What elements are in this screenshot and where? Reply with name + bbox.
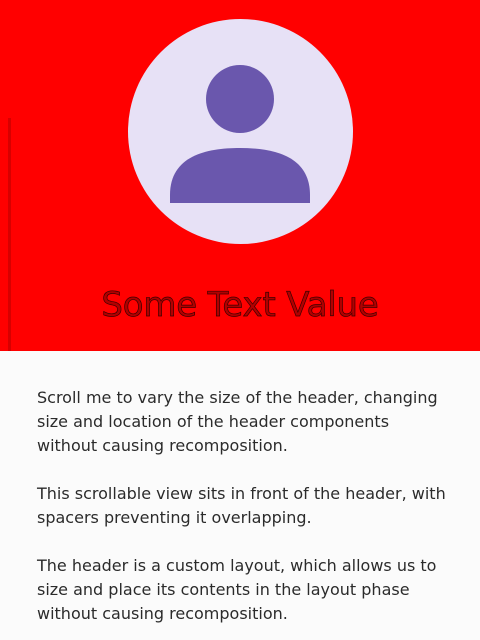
- avatar: [128, 19, 353, 244]
- person-icon: [170, 65, 310, 203]
- scrollable-content[interactable]: Scroll me to vary the size of the header…: [37, 386, 447, 640]
- content-paragraph: Scroll me to vary the size of the header…: [37, 388, 438, 455]
- content-paragraph: The header is a custom layout, which all…: [37, 556, 437, 623]
- header-title: Some Text Value: [101, 285, 379, 326]
- collapsing-header: Some Text Value: [0, 0, 480, 351]
- content-paragraph: This scrollable view sits in front of th…: [37, 484, 446, 527]
- app-screen[interactable]: Some Text Value Scroll me to vary the si…: [0, 0, 480, 640]
